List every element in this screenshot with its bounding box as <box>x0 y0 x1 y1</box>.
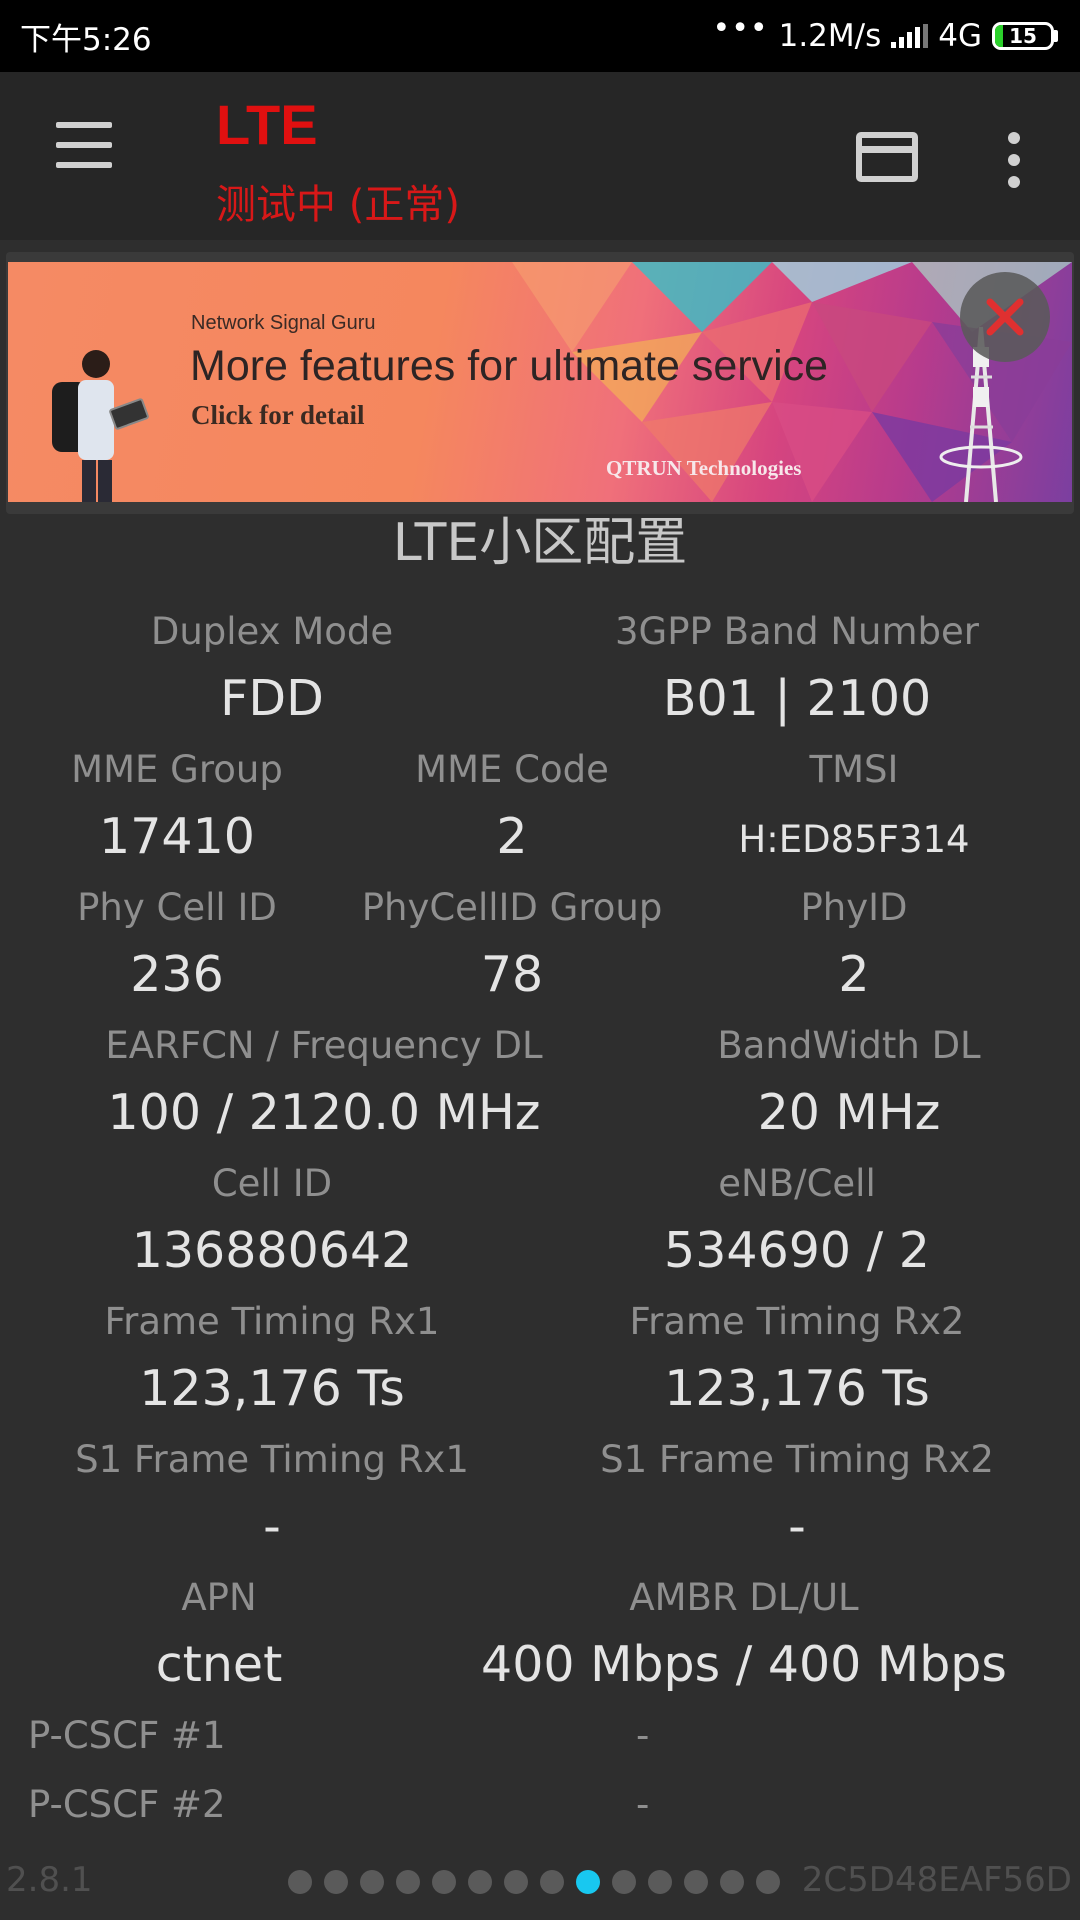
s1-frame-timing-rx2-value: - <box>788 1498 806 1555</box>
battery-fill <box>995 25 1004 47</box>
page-dot[interactable] <box>756 1870 780 1894</box>
tmsi-value: H:ED85F314 <box>738 818 970 861</box>
s1-frame-timing-rx2-label: S1 Frame Timing Rx2 <box>600 1438 994 1481</box>
page-dot[interactable] <box>720 1870 744 1894</box>
phycellid-group-value: 78 <box>480 946 544 1003</box>
frame-timing-rx2-value: 123,176 Ts <box>664 1360 930 1417</box>
pcscf2-label: P-CSCF #2 <box>28 1783 226 1826</box>
apn-value: ctnet <box>155 1636 283 1693</box>
ad-close-button[interactable] <box>960 272 1050 362</box>
phy-cell-id-value: 236 <box>130 946 224 1003</box>
pcscf2-value: - <box>636 1783 650 1826</box>
cell-id-value: 136880642 <box>131 1222 413 1279</box>
phy-cell-id-label: Phy Cell ID <box>77 886 277 929</box>
card-view-icon[interactable] <box>856 132 918 182</box>
page-dot[interactable] <box>288 1870 312 1894</box>
page-dot[interactable] <box>684 1870 708 1894</box>
menu-icon[interactable] <box>40 122 130 182</box>
band-number-label: 3GPP Band Number <box>615 610 979 653</box>
page-dot[interactable] <box>468 1870 492 1894</box>
s1-frame-timing-rx1-value: - <box>263 1498 281 1555</box>
page-dot[interactable] <box>612 1870 636 1894</box>
overflow-menu-icon[interactable] <box>1000 132 1028 192</box>
more-notifications-icon: ••• <box>712 10 769 46</box>
bandwidth-dl-value: 20 MHz <box>757 1084 941 1141</box>
duplex-mode-label: Duplex Mode <box>150 610 394 653</box>
battery-icon: 15 <box>992 22 1058 50</box>
bandwidth-dl-label: BandWidth DL <box>717 1024 981 1067</box>
page-dot[interactable] <box>324 1870 348 1894</box>
enb-cell-value: 534690 / 2 <box>664 1222 930 1279</box>
page-title: LTE <box>216 93 318 156</box>
mme-group-label: MME Group <box>71 748 283 791</box>
s1-frame-timing-rx1-label: S1 Frame Timing Rx1 <box>75 1438 469 1481</box>
duplex-mode-value: FDD <box>220 670 324 727</box>
test-status: 测试中 (正常) <box>216 182 460 228</box>
mme-group-value: 17410 <box>99 808 255 865</box>
pcscf1-value: - <box>636 1714 650 1757</box>
frame-timing-rx2-label: Frame Timing Rx2 <box>629 1300 965 1343</box>
page-indicator[interactable] <box>288 1870 792 1894</box>
person-illustration <box>52 350 149 502</box>
tmsi-label: TMSI <box>809 748 899 791</box>
page-dot[interactable] <box>360 1870 384 1894</box>
ad-brand: Network Signal Guru <box>191 312 376 334</box>
network-type: 4G <box>938 18 982 54</box>
ad-headline: More features for ultimate service <box>190 342 829 390</box>
band-number-value: B01 | 2100 <box>662 670 932 727</box>
ambr-value: 400 Mbps / 400 Mbps <box>481 1636 1007 1693</box>
ad-company: QTRUN Technologies <box>606 456 802 480</box>
frame-timing-rx1-value: 123,176 Ts <box>139 1360 405 1417</box>
ad-banner[interactable]: Network Signal Guru More features for ul… <box>8 262 1072 502</box>
ambr-label: AMBR DL/UL <box>629 1576 859 1619</box>
device-id: 2C5D48EAF56D <box>801 1860 1072 1900</box>
page-dot[interactable] <box>648 1870 672 1894</box>
phyid-label: PhyID <box>800 886 908 929</box>
app-bar: LTE 测试中 (正常) <box>0 72 1080 240</box>
status-time: 下午5:26 <box>20 21 152 58</box>
earfcn-label: EARFCN / Frequency DL <box>105 1024 543 1067</box>
status-icons: ••• 1.2M/s 4G 15 <box>713 11 1058 54</box>
page-dot[interactable] <box>432 1870 456 1894</box>
battery-level: 15 <box>1009 24 1037 48</box>
page-dot[interactable] <box>396 1870 420 1894</box>
status-bar: 下午5:26 ••• 1.2M/s 4G 15 <box>0 0 1080 72</box>
mme-code-label: MME Code <box>415 748 609 791</box>
network-speed: 1.2M/s <box>778 18 882 54</box>
close-icon <box>986 298 1024 336</box>
earfcn-value: 100 / 2120.0 MHz <box>107 1084 541 1141</box>
signal-strength-icon <box>891 24 929 48</box>
pcscf1-label: P-CSCF #1 <box>28 1714 226 1757</box>
page-dot[interactable] <box>540 1870 564 1894</box>
cell-id-label: Cell ID <box>211 1162 333 1205</box>
mme-code-value: 2 <box>496 808 528 865</box>
apn-label: APN <box>181 1576 257 1619</box>
frame-timing-rx1-label: Frame Timing Rx1 <box>104 1300 440 1343</box>
page-dot-active[interactable] <box>576 1870 600 1894</box>
phyid-value: 2 <box>838 946 870 1003</box>
app-version: 2.8.1 <box>6 1860 93 1900</box>
page-dot[interactable] <box>504 1870 528 1894</box>
enb-cell-label: eNB/Cell <box>718 1162 876 1205</box>
phycellid-group-label: PhyCellID Group <box>361 886 663 929</box>
ad-subline: Click for detail <box>191 400 365 430</box>
